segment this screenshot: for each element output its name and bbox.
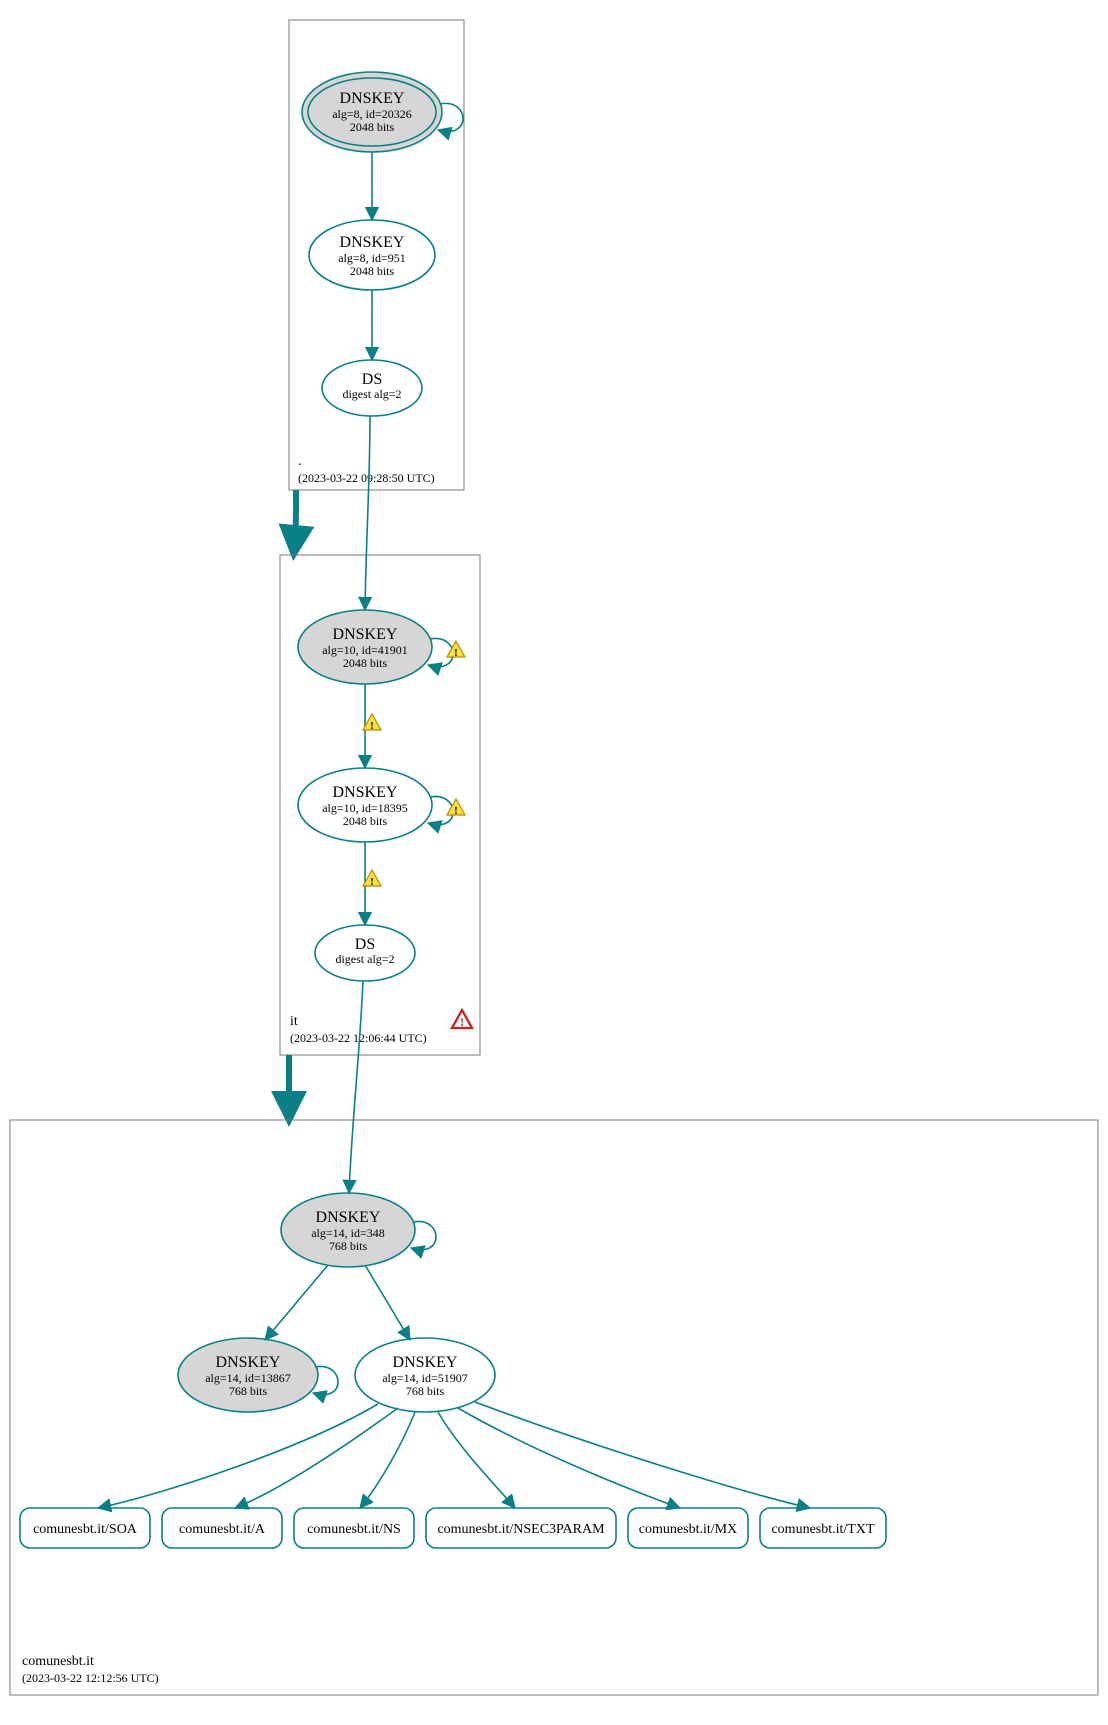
svg-text:alg=10, id=41901: alg=10, id=41901 bbox=[322, 643, 408, 657]
svg-text:comunesbt.it/NSEC3PARAM: comunesbt.it/NSEC3PARAM bbox=[437, 1522, 605, 1537]
svg-text:comunesbt.it/MX: comunesbt.it/MX bbox=[639, 1522, 737, 1537]
rr-txt: comunesbt.it/TXT bbox=[760, 1508, 886, 1548]
deleg-root-it bbox=[294, 490, 296, 552]
zone-leaf: comunesbt.it (2023-03-22 12:12:56 UTC) D… bbox=[10, 981, 1098, 1695]
svg-text:DNSKEY: DNSKEY bbox=[333, 626, 398, 643]
root-ds: DS digest alg=2 bbox=[322, 360, 422, 416]
leaf-zsk: DNSKEY alg=14, id=51907 768 bits bbox=[355, 1338, 495, 1412]
svg-text:DNSKEY: DNSKEY bbox=[216, 1354, 281, 1371]
zone-root: . (2023-03-22 09:28:50 UTC) DNSKEY alg=8… bbox=[289, 20, 464, 490]
rr-soa: comunesbt.it/SOA bbox=[20, 1508, 150, 1548]
svg-text:comunesbt.it/NS: comunesbt.it/NS bbox=[307, 1522, 401, 1537]
svg-text:digest alg=2: digest alg=2 bbox=[335, 952, 394, 966]
zone-root-timestamp: (2023-03-22 09:28:50 UTC) bbox=[298, 471, 435, 485]
svg-text:2048 bits: 2048 bits bbox=[350, 264, 395, 278]
svg-text:!: ! bbox=[370, 876, 374, 888]
svg-text:alg=8, id=951: alg=8, id=951 bbox=[338, 251, 406, 265]
svg-text:2048 bits: 2048 bits bbox=[343, 656, 388, 670]
svg-text:DNSKEY: DNSKEY bbox=[316, 1209, 381, 1226]
error-icon: ! bbox=[452, 1010, 472, 1029]
it-zsk: DNSKEY alg=10, id=18395 2048 bits bbox=[298, 768, 432, 842]
svg-text:!: ! bbox=[370, 720, 374, 732]
svg-text:digest alg=2: digest alg=2 bbox=[342, 387, 401, 401]
svg-text:alg=8, id=20326: alg=8, id=20326 bbox=[332, 107, 412, 121]
svg-text:DS: DS bbox=[355, 936, 375, 953]
rr-mx: comunesbt.it/MX bbox=[628, 1508, 748, 1548]
it-ds: DS digest alg=2 bbox=[315, 925, 415, 981]
svg-text:768 bits: 768 bits bbox=[406, 1384, 445, 1398]
svg-text:DS: DS bbox=[362, 371, 382, 388]
svg-text:DNSKEY: DNSKEY bbox=[340, 90, 405, 107]
zone-leaf-timestamp: (2023-03-22 12:12:56 UTC) bbox=[22, 1671, 159, 1685]
rr-ns: comunesbt.it/NS bbox=[294, 1508, 414, 1548]
svg-text:comunesbt.it/TXT: comunesbt.it/TXT bbox=[771, 1522, 874, 1537]
zone-it-timestamp: (2023-03-22 12:06:44 UTC) bbox=[290, 1031, 427, 1045]
zone-it: it (2023-03-22 12:06:44 UTC) DNSKEY alg=… bbox=[280, 416, 480, 1055]
svg-text:alg=14, id=13867: alg=14, id=13867 bbox=[205, 1371, 291, 1385]
zone-root-label: . bbox=[298, 454, 302, 469]
leaf-ksk: DNSKEY alg=14, id=348 768 bits bbox=[281, 1193, 415, 1267]
svg-text:comunesbt.it/SOA: comunesbt.it/SOA bbox=[33, 1522, 138, 1537]
svg-text:!: ! bbox=[454, 805, 458, 817]
svg-text:DNSKEY: DNSKEY bbox=[340, 234, 405, 251]
svg-text:alg=14, id=51907: alg=14, id=51907 bbox=[382, 1371, 468, 1385]
svg-text:!: ! bbox=[460, 1015, 464, 1029]
root-ksk: DNSKEY alg=8, id=20326 2048 bits bbox=[302, 72, 442, 152]
svg-text:768 bits: 768 bits bbox=[229, 1384, 268, 1398]
svg-text:comunesbt.it/A: comunesbt.it/A bbox=[179, 1522, 266, 1537]
svg-text:2048 bits: 2048 bits bbox=[343, 814, 388, 828]
svg-text:DNSKEY: DNSKEY bbox=[333, 784, 398, 801]
svg-text:DNSKEY: DNSKEY bbox=[393, 1354, 458, 1371]
zone-leaf-label: comunesbt.it bbox=[22, 1654, 94, 1669]
rr-nsec3: comunesbt.it/NSEC3PARAM bbox=[426, 1508, 616, 1548]
leaf-zsk2: DNSKEY alg=14, id=13867 768 bits bbox=[178, 1338, 318, 1412]
svg-text:alg=14, id=348: alg=14, id=348 bbox=[311, 1226, 385, 1240]
zone-it-label: it bbox=[290, 1014, 298, 1029]
svg-text:!: ! bbox=[454, 647, 458, 659]
it-ksk: DNSKEY alg=10, id=41901 2048 bits bbox=[298, 610, 432, 684]
dnssec-graph: . (2023-03-22 09:28:50 UTC) DNSKEY alg=8… bbox=[0, 0, 1108, 1725]
svg-text:768 bits: 768 bits bbox=[329, 1239, 368, 1253]
svg-text:alg=10, id=18395: alg=10, id=18395 bbox=[322, 801, 408, 815]
root-zsk: DNSKEY alg=8, id=951 2048 bits bbox=[309, 220, 435, 290]
rr-a: comunesbt.it/A bbox=[162, 1508, 282, 1548]
svg-text:2048 bits: 2048 bits bbox=[350, 120, 395, 134]
